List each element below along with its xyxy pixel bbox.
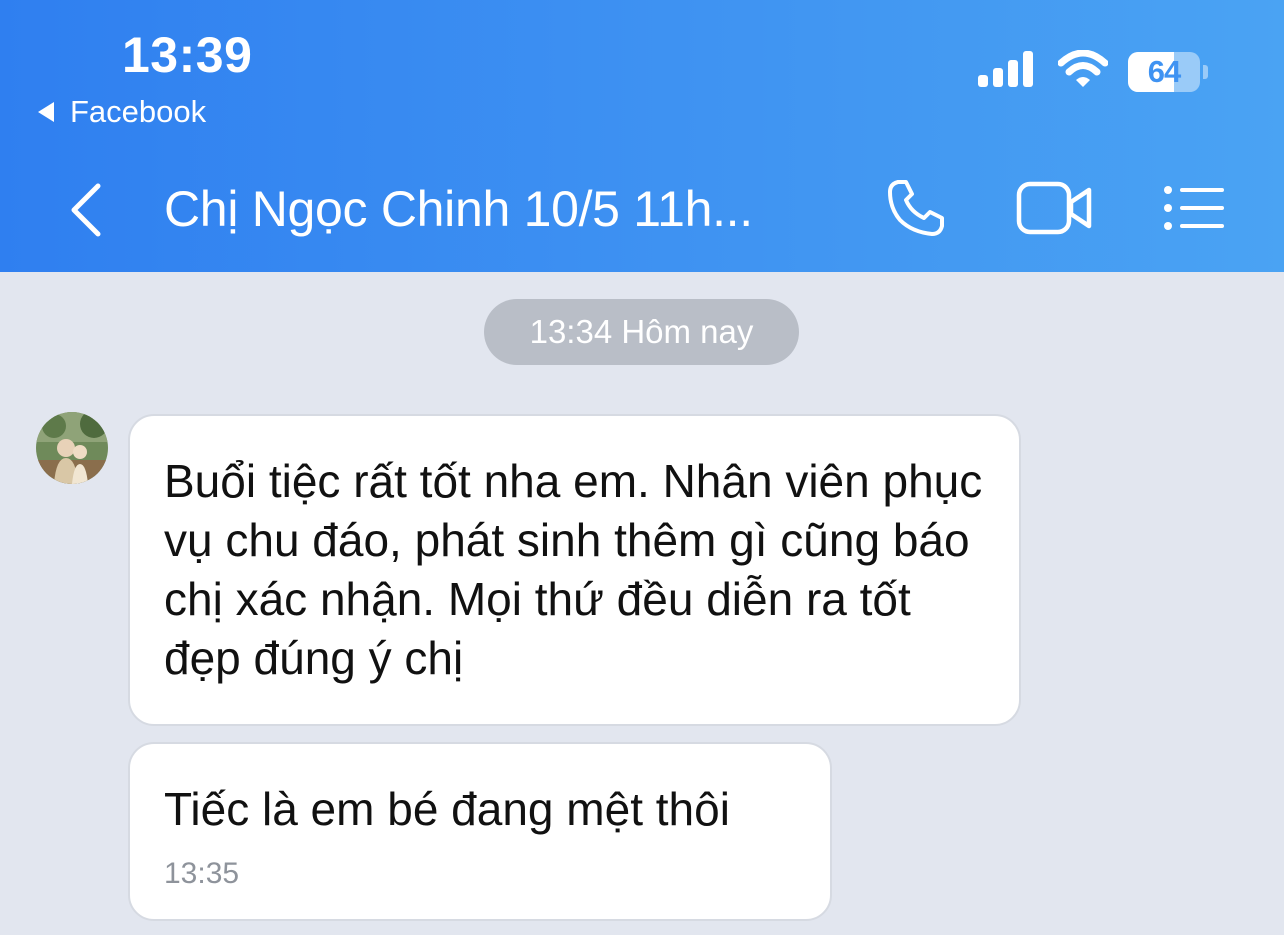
status-icons: 64 <box>978 49 1208 93</box>
back-triangle-icon <box>38 102 54 122</box>
chat-title[interactable]: Chị Ngọc Chinh 10/5 11h... <box>164 180 753 238</box>
message-bubble[interactable]: Tiếc là em bé đang mệt thôi 13:35 <box>128 742 832 921</box>
date-separator: 13:34 Hôm nay <box>484 299 799 365</box>
back-app-label: Facebook <box>70 94 207 129</box>
chat-header-bar: 13:39 Facebook 64 Chị Ngọc Chinh 10/5 11… <box>0 0 1284 272</box>
wifi-icon <box>1057 49 1109 93</box>
message-text: Tiếc là em bé đang mệt thôi <box>164 783 730 835</box>
avatar[interactable] <box>36 412 108 484</box>
message-text: Buổi tiệc rất tốt nha em. Nhân viên phục… <box>164 455 983 684</box>
message-time: 13:35 <box>164 857 240 890</box>
back-to-app-link[interactable]: Facebook <box>38 94 206 130</box>
list-menu-icon[interactable] <box>1162 184 1226 237</box>
message-bubble[interactable]: Buổi tiệc rất tốt nha em. Nhân viên phục… <box>128 414 1021 726</box>
back-chevron-icon[interactable] <box>62 180 112 240</box>
cellular-signal-icon <box>978 51 1038 92</box>
video-camera-icon[interactable] <box>1016 180 1094 241</box>
battery-cap <box>1203 64 1208 79</box>
phone-icon[interactable] <box>884 176 948 245</box>
status-time: 13:39 <box>122 27 253 83</box>
battery-percent: 64 <box>1147 53 1181 89</box>
battery-icon: 64 <box>1128 51 1208 92</box>
